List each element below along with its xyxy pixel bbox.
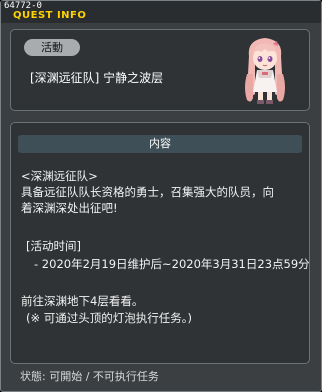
content-line: - 2020年2月19日维护后~2020年3月31日23点59分 [34,257,310,271]
content-line: <深渊远征队> [21,169,98,183]
content-line: 前往深渊地下4层看看。 [21,294,144,308]
event-panel: 活動 [深渊远征队] 宁静之波层 [10,29,310,111]
event-name: [深渊远征队] 宁静之波层 [30,71,164,85]
content-line: 具备远征队队长资格的勇士，召集强大的队员，向 [21,185,274,199]
content-line: [活动时间] [26,239,81,253]
content-line: (※ 可通过头顶的灯泡执行任务。) [26,311,193,325]
content-header: 内容 [18,135,302,153]
character-portrait-icon [245,38,285,104]
window-title: QUEST INFO [13,10,87,21]
event-badge: 活動 [24,39,80,56]
title-bar[interactable]: 64772-0 QUEST INFO [1,1,321,23]
quest-status: 状態: 可開始 / 不可执行任务 [20,370,159,383]
content-line: 着深渊深处出征吧! [21,201,118,215]
quest-info-window: 64772-0 QUEST INFO 活動 [深渊远征队] 宁静之波层 内容 <… [0,0,322,392]
